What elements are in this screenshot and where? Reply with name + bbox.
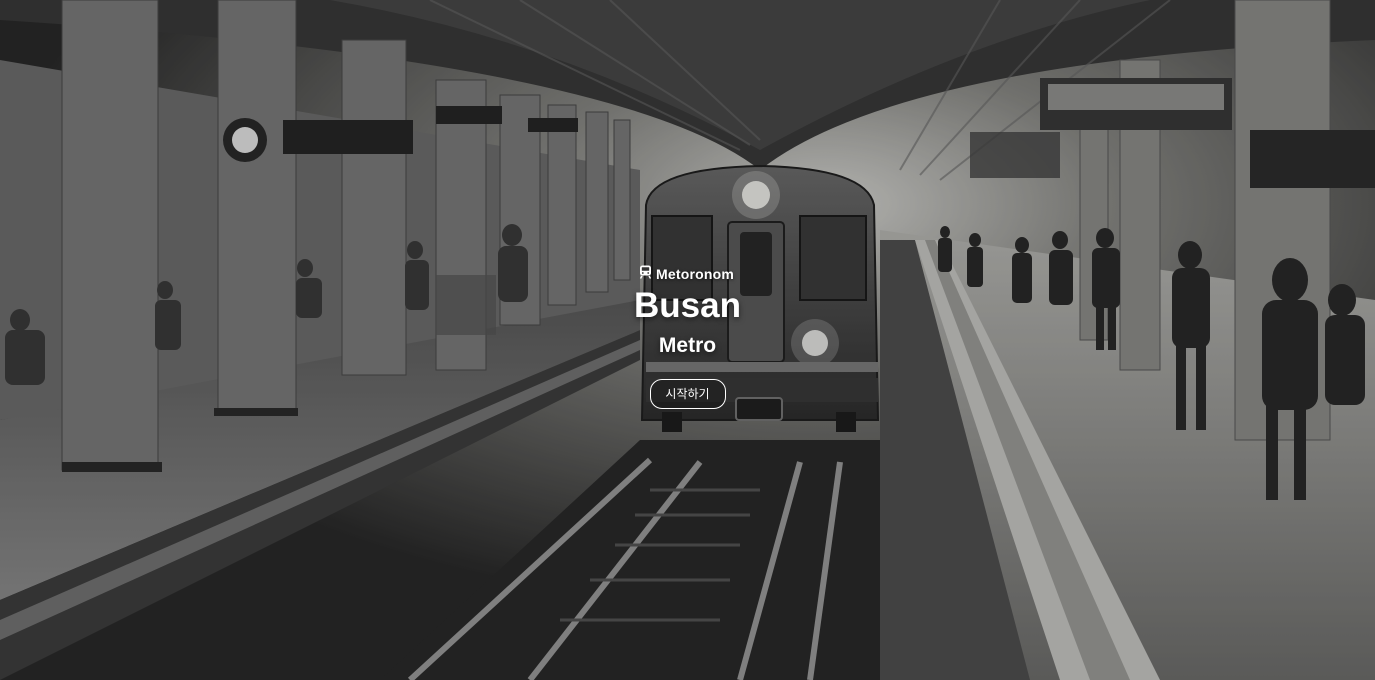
start-button[interactable]: 시작하기 [649,379,726,409]
train-icon [639,265,652,284]
page-subtitle: Metro [658,334,717,357]
brand: Metoronom [0,262,1375,286]
brand-name: Metoronom [655,266,734,282]
hero-section: Metoronom Busan Metro 시작하기 [0,0,1375,680]
hero-overlay: Metoronom Busan Metro 시작하기 [0,262,1375,409]
page-title: Busan [634,286,741,325]
